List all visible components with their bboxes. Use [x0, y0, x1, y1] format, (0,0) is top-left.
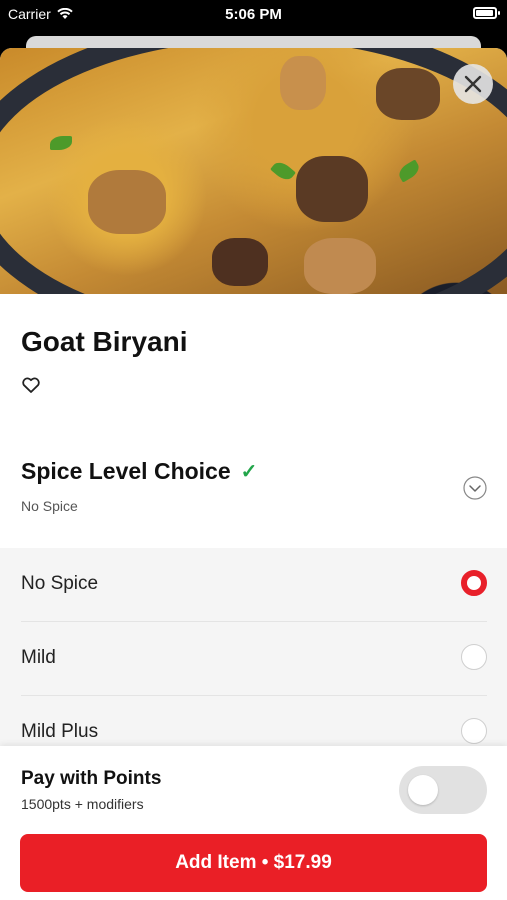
option-label: Mild Plus [21, 721, 99, 742]
pay-with-points-subtitle: 1500pts + modifiers [21, 796, 144, 812]
modifier-group-header[interactable]: Spice Level Choice ✓ No Spice [0, 442, 507, 546]
radio-unselected[interactable] [461, 718, 487, 744]
status-bar: Carrier 5:06 PM [0, 0, 507, 30]
pay-with-points-toggle[interactable] [399, 766, 487, 814]
order-footer: Pay with Points 1500pts + modifiers Add … [0, 746, 507, 900]
item-title: Goat Biryani [21, 326, 188, 357]
option-mild[interactable]: Mild [0, 622, 507, 696]
battery-icon [473, 7, 500, 19]
modifier-group-selection: No Spice [21, 498, 78, 514]
status-time: 5:06 PM [225, 6, 282, 23]
option-no-spice[interactable]: No Spice [0, 548, 507, 622]
modifier-options-list: No Spice Mild Mild Plus [0, 548, 507, 758]
close-icon [464, 75, 482, 93]
item-detail-sheet: Goat Biryani Spice Level Choice ✓ No Spi… [0, 48, 507, 900]
toggle-knob [408, 775, 438, 805]
radio-unselected[interactable] [461, 644, 487, 670]
item-photo [0, 48, 507, 294]
pay-with-points-title: Pay with Points [21, 768, 162, 789]
modifier-group-title-row: Spice Level Choice ✓ [21, 458, 257, 485]
option-label: No Spice [21, 573, 99, 594]
radio-selected[interactable] [461, 570, 487, 596]
add-item-button[interactable]: Add Item • $17.99 [20, 834, 487, 892]
option-label: Mild [21, 647, 56, 668]
chevron-down-circle-icon[interactable] [463, 476, 487, 500]
close-button[interactable] [453, 64, 493, 104]
checkmark-icon: ✓ [240, 461, 258, 483]
heart-outline-icon[interactable] [21, 375, 41, 395]
modifier-group-title: Spice Level Choice [21, 458, 231, 484]
